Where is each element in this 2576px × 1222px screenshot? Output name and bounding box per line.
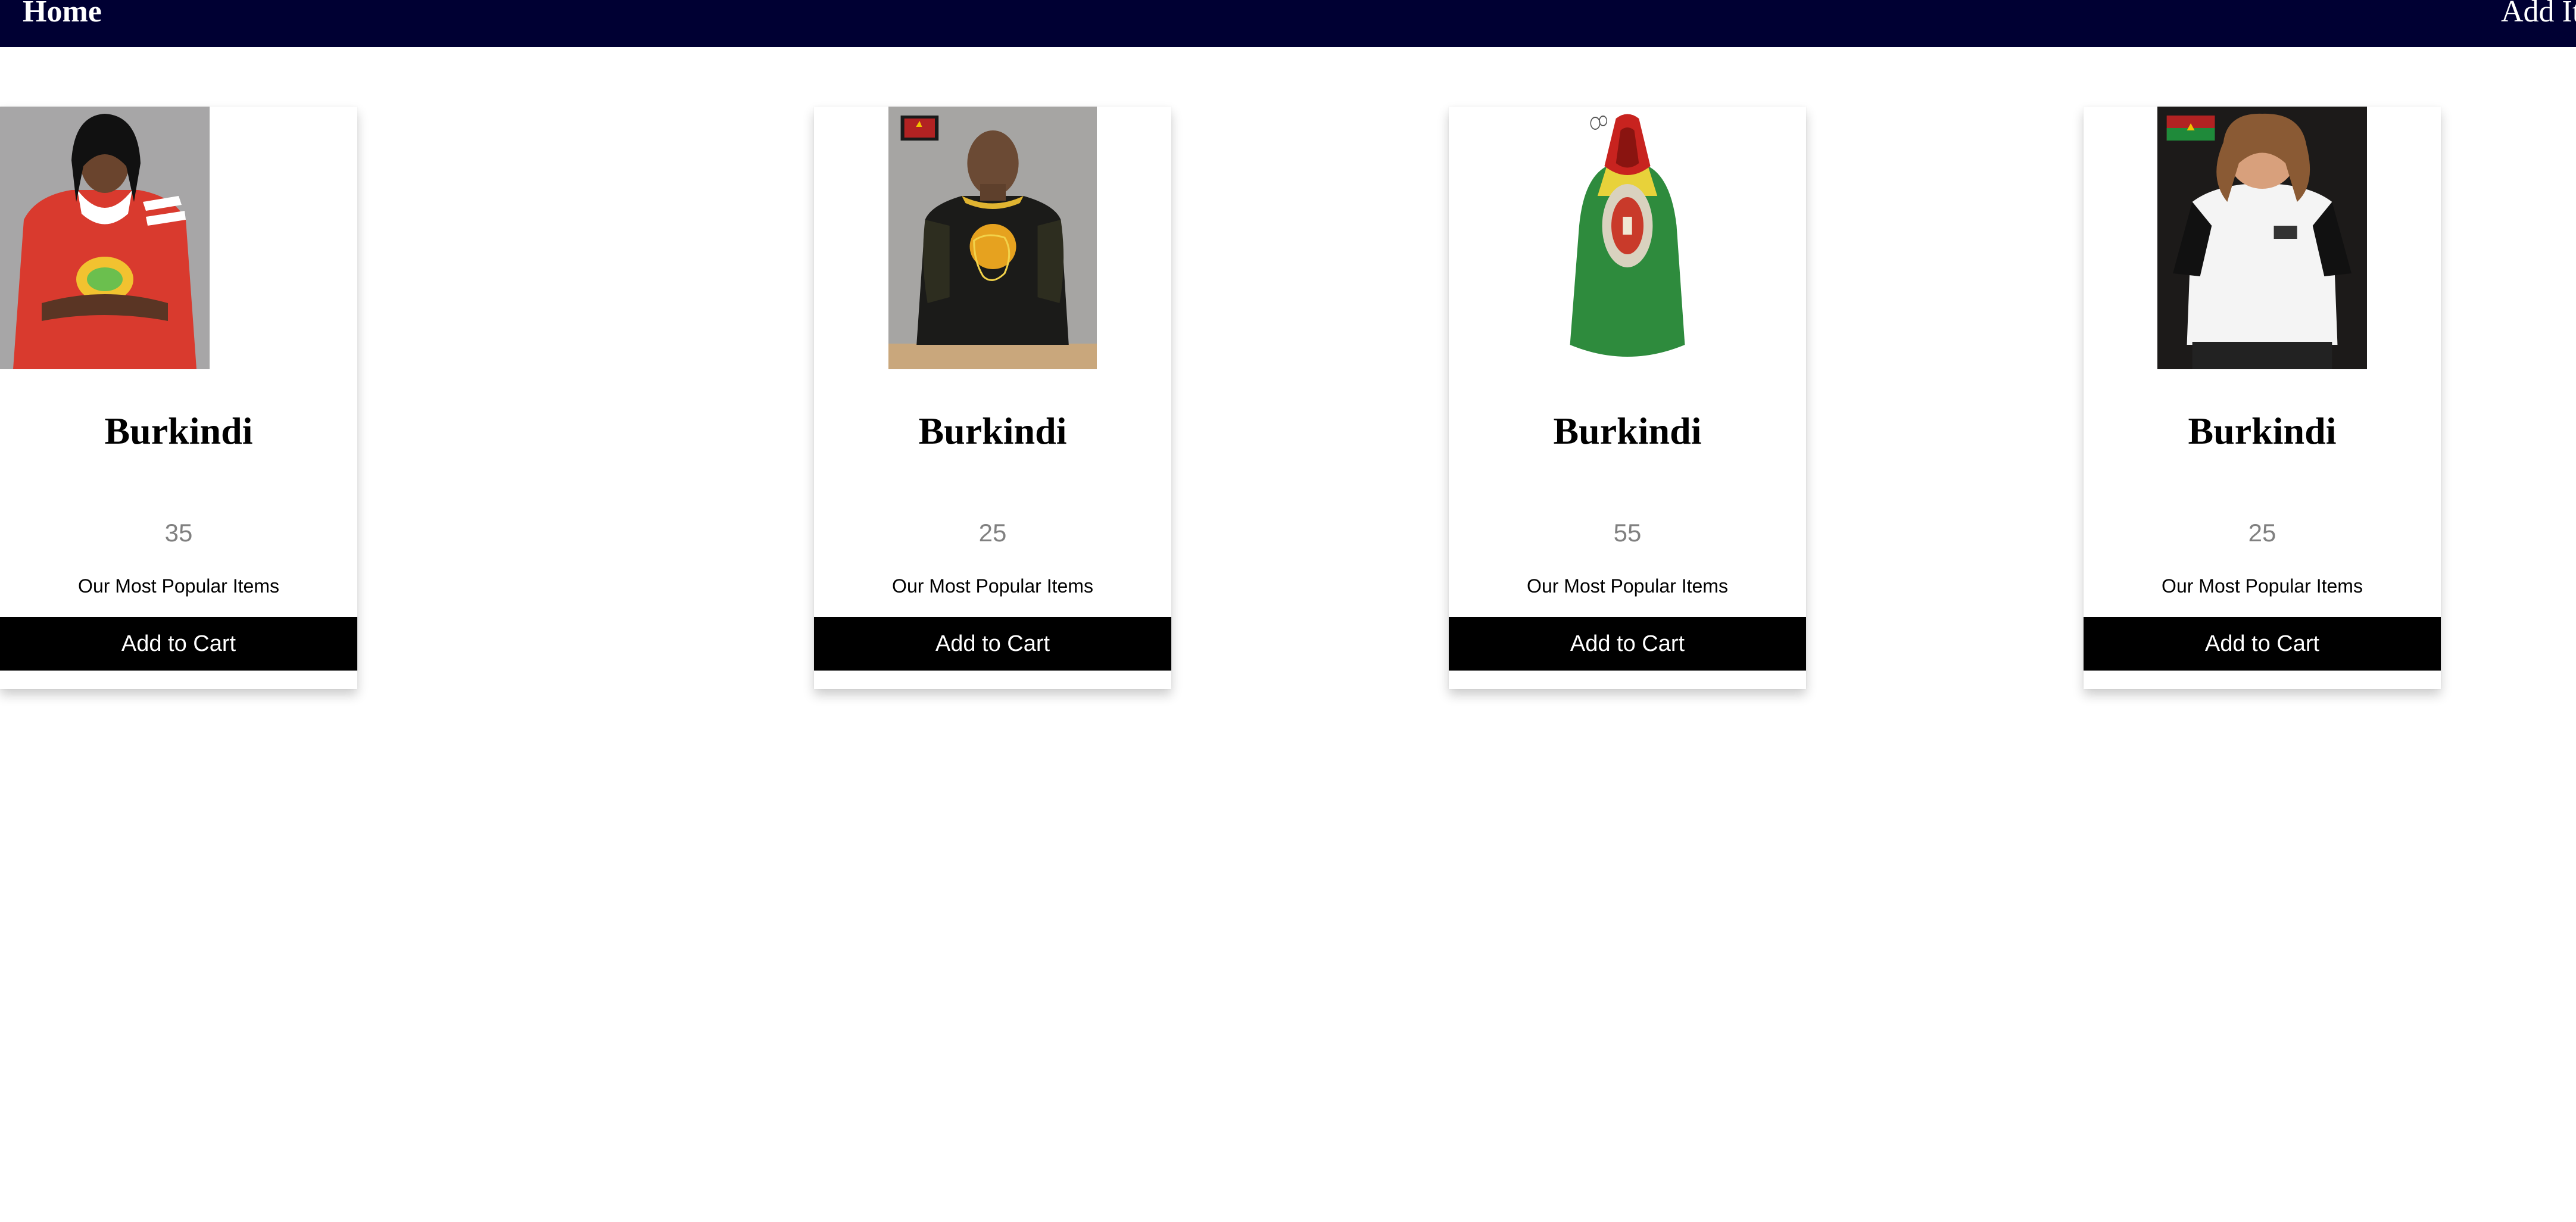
product-image-hoodie — [1547, 107, 1708, 369]
top-navbar: Home Add It — [0, 0, 2576, 47]
product-card: Burkindi 35 Our Most Popular Items Add t… — [0, 107, 357, 689]
product-description: Our Most Popular Items — [78, 575, 279, 597]
product-image-man-tshirt — [888, 107, 1097, 369]
product-description: Our Most Popular Items — [892, 575, 1093, 597]
product-price: 25 — [978, 519, 1007, 547]
product-card: Burkindi 25 Our Most Popular Items Add t… — [2084, 107, 2441, 689]
product-card: Burkindi 55 Our Most Popular Items Add t… — [1449, 107, 1806, 689]
product-price: 35 — [164, 519, 193, 547]
product-price: 55 — [1613, 519, 1642, 547]
product-image-woman-white-shirt — [2157, 107, 2367, 369]
add-to-cart-button[interactable]: Add to Cart — [0, 617, 357, 671]
product-title: Burkindi — [104, 410, 253, 452]
product-title: Burkindi — [918, 410, 1067, 452]
add-to-cart-button[interactable]: Add to Cart — [814, 617, 1171, 671]
add-to-cart-button[interactable]: Add to Cart — [2084, 617, 2441, 671]
nav-home-link[interactable]: Home — [23, 0, 102, 27]
product-title: Burkindi — [1553, 410, 1702, 452]
product-price: 25 — [2248, 519, 2276, 547]
product-description: Our Most Popular Items — [2162, 575, 2363, 597]
product-title: Burkindi — [2188, 410, 2337, 452]
product-description: Our Most Popular Items — [1527, 575, 1728, 597]
product-image-woman-red-shirt — [0, 107, 210, 369]
nav-add-item-link[interactable]: Add It — [2501, 0, 2576, 27]
product-card: Burkindi 25 Our Most Popular Items Add t… — [814, 107, 1171, 689]
add-to-cart-button[interactable]: Add to Cart — [1449, 617, 1806, 671]
